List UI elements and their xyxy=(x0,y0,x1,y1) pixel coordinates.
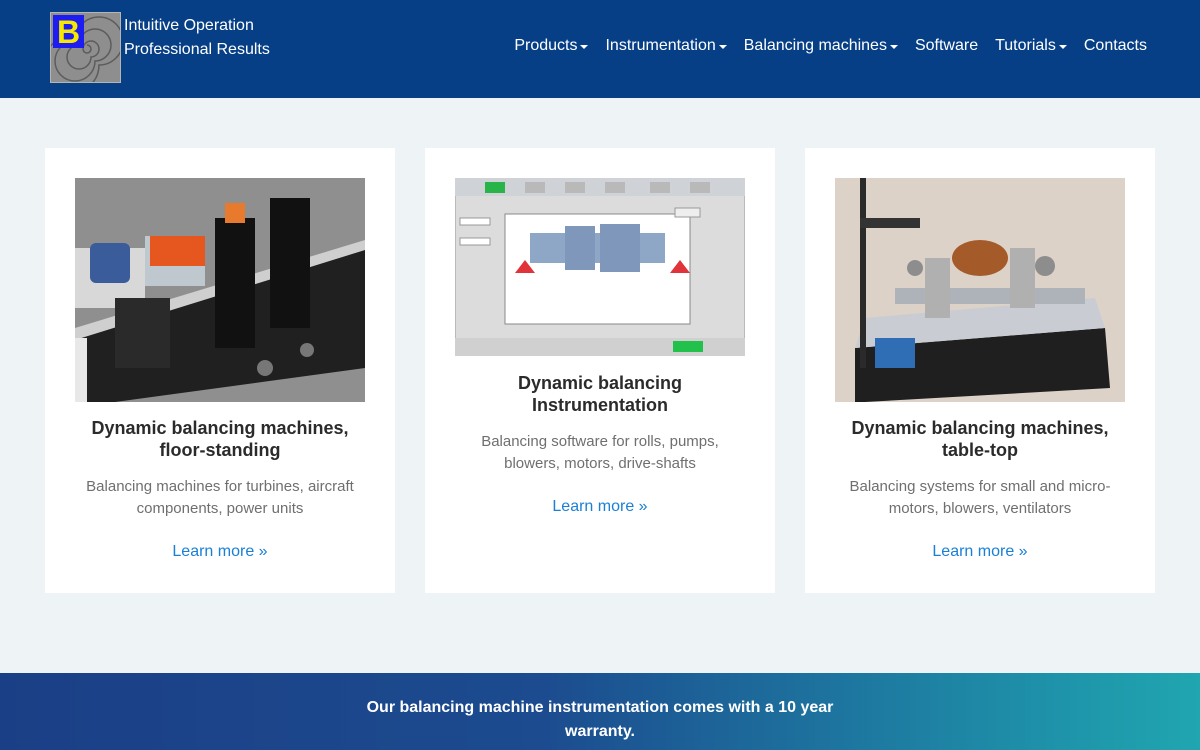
floor-standing-machine-image[interactable] xyxy=(75,178,365,402)
company-logo[interactable]: B xyxy=(50,12,121,83)
nav-contacts-label: Contacts xyxy=(1083,37,1147,54)
nav-balancing-machines[interactable]: Balancing machines xyxy=(744,35,898,57)
tagline: Intuitive Operation Professional Results xyxy=(124,14,270,62)
chevron-down-icon xyxy=(718,44,727,49)
chevron-down-icon xyxy=(580,44,589,49)
svg-text:B: B xyxy=(57,14,80,50)
learn-more-link[interactable]: Learn more » xyxy=(75,543,365,561)
card-title: Dynamic balancing machines, floor-standi… xyxy=(91,418,349,460)
nav-instrumentation[interactable]: Instrumentation xyxy=(605,35,727,57)
logo-graphic: B xyxy=(51,13,120,82)
warranty-banner: Our balancing machine instrumentation co… xyxy=(0,673,1200,750)
learn-more-link[interactable]: Learn more » xyxy=(835,543,1125,561)
card-description: Balancing systems for small and micro-mo… xyxy=(849,478,1111,517)
nav-instrumentation-label: Instrumentation xyxy=(605,37,716,54)
card-title: Dynamic balancing machines, table-top xyxy=(851,418,1109,460)
product-card-floor-standing: Dynamic balancing machines, floor-standi… xyxy=(45,148,395,593)
nav-contacts[interactable]: Contacts xyxy=(1084,35,1147,57)
warranty-text: Our balancing machine instrumentation co… xyxy=(366,699,834,740)
product-card-instrumentation: Dynamic balancing Instrumentation Balanc… xyxy=(425,148,775,593)
nav-balancing-machines-label: Balancing machines xyxy=(743,37,887,54)
tagline-line-2: Professional Results xyxy=(124,41,270,58)
card-description: Balancing software for rolls, pumps, blo… xyxy=(481,433,719,472)
tagline-line-1: Intuitive Operation xyxy=(124,17,254,34)
instrumentation-software-screenshot[interactable] xyxy=(455,178,745,356)
chevron-down-icon xyxy=(1058,44,1067,49)
nav-tutorials-label: Tutorials xyxy=(995,37,1056,54)
nav-products-label: Products xyxy=(514,37,578,54)
nav-software[interactable]: Software xyxy=(915,35,978,57)
nav-tutorials[interactable]: Tutorials xyxy=(995,35,1067,57)
chevron-down-icon xyxy=(889,44,898,49)
site-header: B Intuitive Operation Professional Resul… xyxy=(0,0,1200,98)
nav-software-label: Software xyxy=(914,37,979,54)
product-card-table-top: Dynamic balancing machines, table-top Ba… xyxy=(805,148,1155,593)
main-nav: Products Instrumentation Balancing machi… xyxy=(514,35,1147,57)
card-title: Dynamic balancing Instrumentation xyxy=(517,373,683,415)
nav-products[interactable]: Products xyxy=(514,35,589,57)
card-description: Balancing machines for turbines, aircraf… xyxy=(86,478,354,517)
table-top-machine-image[interactable] xyxy=(835,178,1125,402)
learn-more-link[interactable]: Learn more » xyxy=(455,498,745,516)
